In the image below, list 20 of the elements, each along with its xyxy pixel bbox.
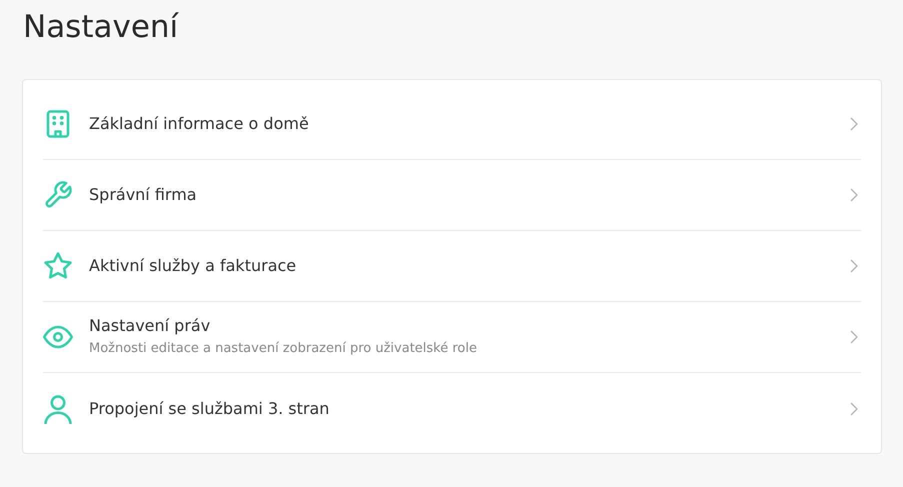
settings-item[interactable]: Aktivní služby a fakturace bbox=[43, 231, 861, 302]
item-description: Možnosti editace a nastavení zobrazení pro uživatelské role bbox=[89, 340, 477, 358]
settings-item[interactable]: Propojení se službami 3. stran bbox=[43, 373, 861, 444]
item-label: Aktivní služby a fakturace bbox=[89, 255, 296, 277]
item-label: Základní informace o domě bbox=[89, 113, 309, 135]
star-icon bbox=[43, 251, 73, 281]
chevron-right-icon bbox=[850, 259, 858, 273]
settings-item[interactable]: Správní firma bbox=[43, 160, 861, 231]
chevron-right-icon bbox=[850, 117, 858, 131]
item-label: Správní firma bbox=[89, 184, 197, 206]
settings-item[interactable]: Nastavení práv Možnosti editace a nastavení zobrazení pro uživatelské role bbox=[43, 302, 861, 373]
wrench-icon bbox=[43, 180, 73, 210]
chevron-right-icon bbox=[850, 402, 858, 416]
person-icon bbox=[43, 394, 73, 424]
settings-item[interactable]: Základní informace o domě bbox=[43, 89, 861, 160]
item-label: Nastavení práv bbox=[89, 315, 210, 337]
chevron-right-icon bbox=[850, 330, 858, 344]
chevron-right-icon bbox=[850, 188, 858, 202]
page-title: Nastavení bbox=[23, 8, 180, 46]
item-label: Propojení se službami 3. stran bbox=[89, 398, 330, 420]
